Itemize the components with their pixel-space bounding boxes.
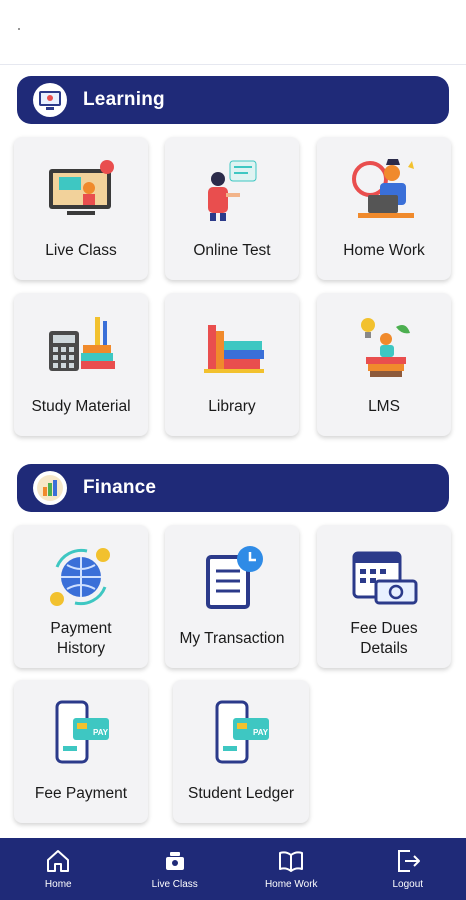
lms-card[interactable]: LMS	[317, 293, 451, 436]
nav-live-class[interactable]: Live Class	[117, 838, 234, 900]
student-ledger-icon: PAY	[215, 700, 269, 764]
study-material-icon	[49, 317, 115, 371]
top-app-bar	[0, 0, 466, 65]
lms-label: LMS	[368, 398, 400, 415]
study-material-label: Study Material	[31, 398, 131, 415]
payment-history-card[interactable]: Payment History	[14, 525, 148, 668]
finance-header-icon	[33, 471, 67, 505]
student-ledger-label: Student Ledger	[187, 785, 294, 802]
library-card[interactable]: Library	[165, 293, 299, 436]
learning-section-title: Learning	[83, 89, 165, 110]
svg-text:PAY: PAY	[93, 728, 109, 737]
transaction-icon	[206, 546, 263, 609]
live-class-card[interactable]: Live Class	[14, 137, 148, 280]
finance-section-title: Finance	[83, 477, 157, 498]
svg-text:PAY: PAY	[253, 728, 269, 737]
fee-dues-details-card[interactable]: Fee Dues Details	[317, 525, 451, 668]
fee-payment-label: Fee Payment	[34, 785, 128, 802]
nav-home[interactable]: Home	[0, 838, 117, 900]
fee-payment-icon: PAY	[55, 700, 109, 764]
finance-section-header: Finance	[17, 464, 449, 512]
home-work-card[interactable]: Home Work	[317, 137, 451, 280]
home-work-icon	[352, 159, 414, 218]
online-test-icon	[208, 160, 257, 221]
live-class-icon	[165, 852, 184, 870]
fee-dues-details-label: Fee Dues Details	[350, 620, 418, 657]
live-class-label: Live Class	[45, 242, 117, 259]
payment-history-icon	[50, 548, 110, 606]
nav-logout[interactable]: Logout	[350, 838, 466, 900]
home-icon	[47, 850, 70, 872]
library-icon	[204, 325, 264, 373]
study-material-card[interactable]: Study Material	[14, 293, 148, 436]
live-class-icon	[49, 160, 114, 215]
my-transaction-card[interactable]: My Transaction	[165, 525, 299, 668]
nav-logout-label: Logout	[392, 879, 424, 890]
status-dot	[18, 28, 20, 30]
book-icon	[279, 851, 304, 872]
home-work-label: Home Work	[343, 242, 425, 259]
online-test-label: Online Test	[193, 242, 271, 259]
nav-home-work-label: Home Work	[264, 879, 318, 890]
student-ledger-card[interactable]: PAY Student Ledger	[173, 680, 309, 823]
payment-history-label: Payment History	[50, 620, 112, 657]
my-transaction-label: My Transaction	[179, 630, 285, 647]
fee-dues-icon	[352, 551, 418, 605]
learning-section-header: Learning	[17, 76, 449, 124]
bottom-navigation: Home Live Class Home Work Logout	[0, 838, 466, 900]
learning-header-icon	[33, 83, 67, 117]
online-test-card[interactable]: Online Test	[165, 137, 299, 280]
nav-home-work[interactable]: Home Work	[233, 838, 350, 900]
library-label: Library	[208, 398, 256, 415]
lms-icon	[361, 318, 410, 377]
nav-live-class-label: Live Class	[151, 879, 198, 890]
fee-payment-card[interactable]: PAY Fee Payment	[14, 680, 148, 823]
nav-home-label: Home	[44, 879, 72, 890]
logout-icon	[397, 850, 420, 872]
